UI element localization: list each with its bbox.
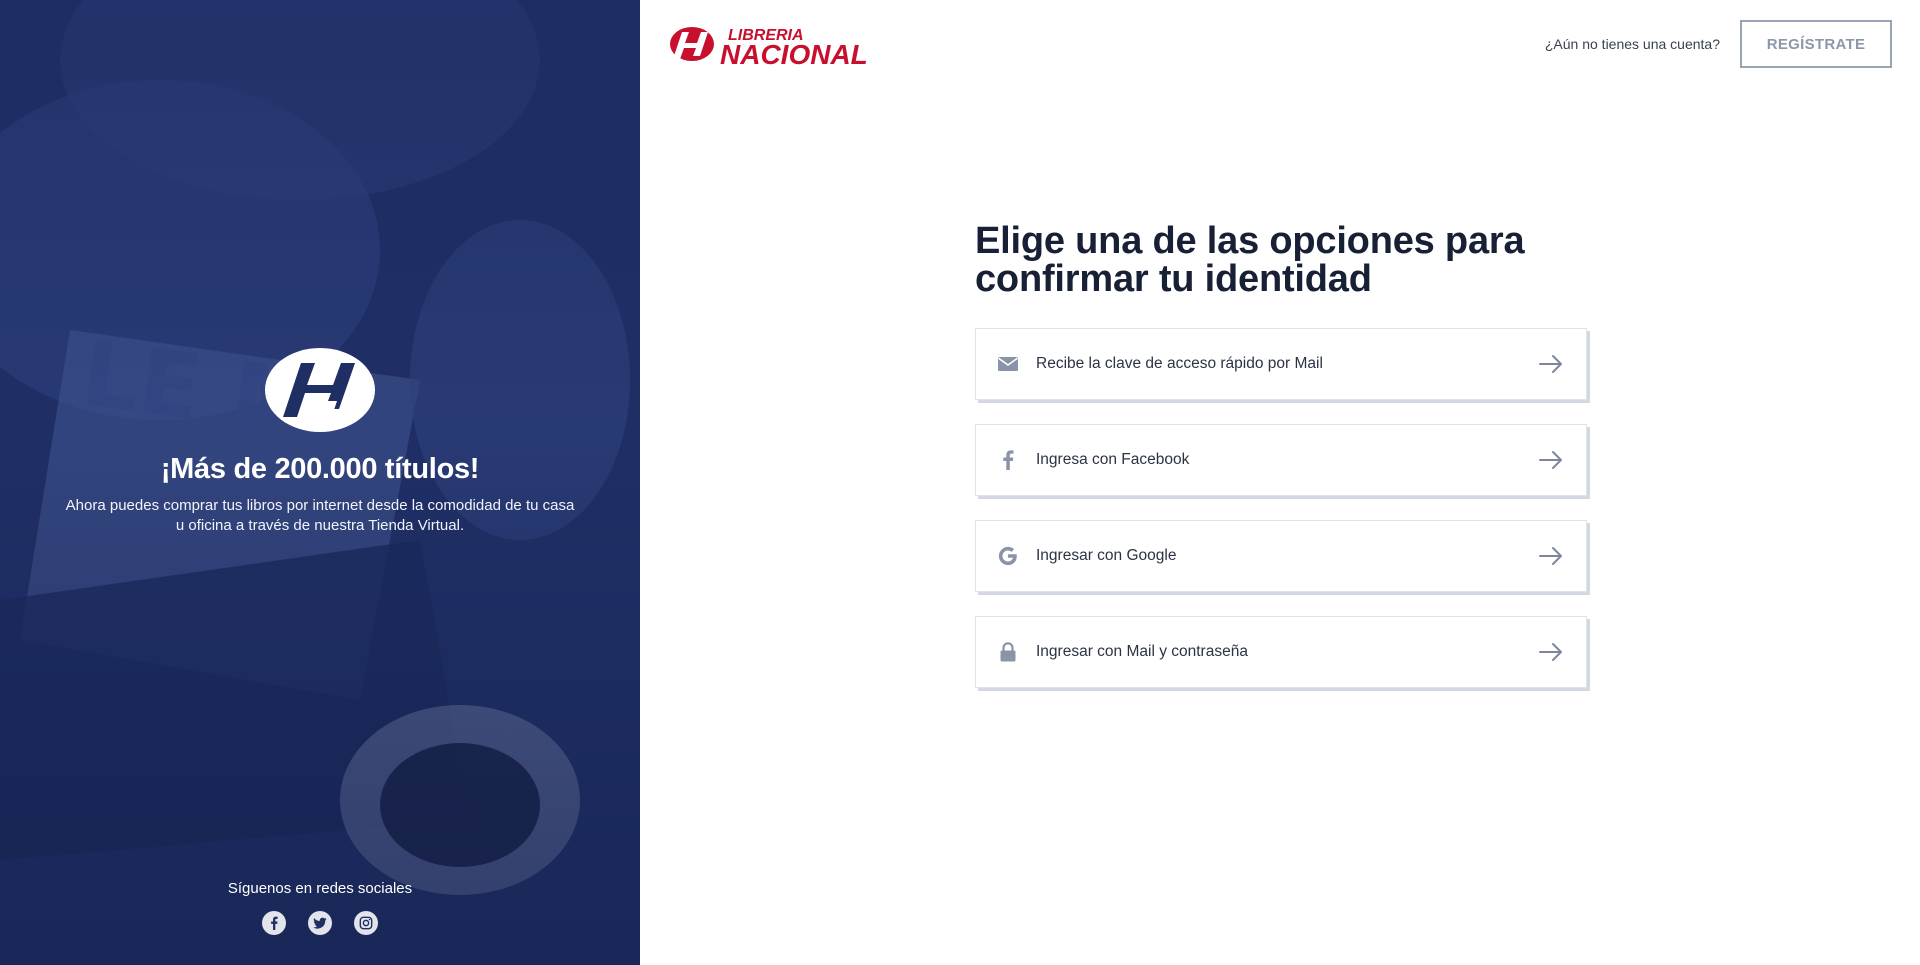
option-mail-quick-access[interactable]: Recibe la clave de acceso rápido por Mai… bbox=[975, 328, 1587, 400]
social-section: Síguenos en redes sociales bbox=[0, 880, 640, 935]
option-label: Ingresar con Mail y contraseña bbox=[1036, 643, 1248, 660]
login-options-list: Recibe la clave de acceso rápido por Mai… bbox=[975, 328, 1587, 688]
facebook-social-link[interactable] bbox=[262, 911, 286, 935]
promo-block: ¡Más de 200.000 títulos! Ahora puedes co… bbox=[0, 345, 640, 536]
twitter-icon bbox=[313, 917, 327, 929]
facebook-icon bbox=[996, 448, 1020, 472]
no-account-text: ¿Aún no tienes una cuenta? bbox=[1544, 36, 1720, 52]
option-label: Ingresa con Facebook bbox=[1036, 451, 1190, 468]
brand-logo[interactable]: LIBRERIA NACIONAL bbox=[668, 22, 873, 68]
promo-title: ¡Más de 200.000 títulos! bbox=[160, 453, 480, 485]
identity-options: Elige una de las opciones para confirmar… bbox=[975, 222, 1587, 712]
arrow-right-icon bbox=[1539, 547, 1562, 565]
arrow-right-icon bbox=[1539, 451, 1562, 469]
page-title: Elige una de las opciones para confirmar… bbox=[975, 220, 1525, 300]
instagram-social-link[interactable] bbox=[354, 911, 378, 935]
arrow-right-icon bbox=[1539, 355, 1562, 373]
brand-line-2: NACIONAL bbox=[720, 39, 868, 68]
lock-icon bbox=[996, 640, 1020, 664]
facebook-icon bbox=[271, 916, 278, 930]
header-actions: ¿Aún no tienes una cuenta? REGÍSTRATE bbox=[1545, 20, 1892, 68]
option-facebook-login[interactable]: Ingresa con Facebook bbox=[975, 424, 1587, 496]
twitter-social-link[interactable] bbox=[308, 911, 332, 935]
arrow-right-icon bbox=[1539, 643, 1562, 661]
social-label: Síguenos en redes sociales bbox=[227, 880, 413, 897]
register-button[interactable]: REGÍSTRATE bbox=[1740, 20, 1892, 68]
instagram-icon bbox=[359, 916, 373, 930]
option-label: Ingresar con Google bbox=[1036, 547, 1177, 564]
google-icon bbox=[996, 544, 1020, 568]
envelope-icon bbox=[996, 352, 1020, 376]
option-mail-password-login[interactable]: Ingresar con Mail y contraseña bbox=[975, 616, 1587, 688]
option-label: Recibe la clave de acceso rápido por Mai… bbox=[1036, 355, 1323, 372]
brand-emblem-icon bbox=[265, 348, 375, 432]
social-icons bbox=[0, 911, 640, 935]
option-google-login[interactable]: Ingresar con Google bbox=[975, 520, 1587, 592]
promo-panel: LE M ¡Más de 200.000 títulos! Ahora pued… bbox=[0, 0, 640, 965]
promo-text: Ahora puedes comprar tus libros por inte… bbox=[65, 497, 575, 534]
